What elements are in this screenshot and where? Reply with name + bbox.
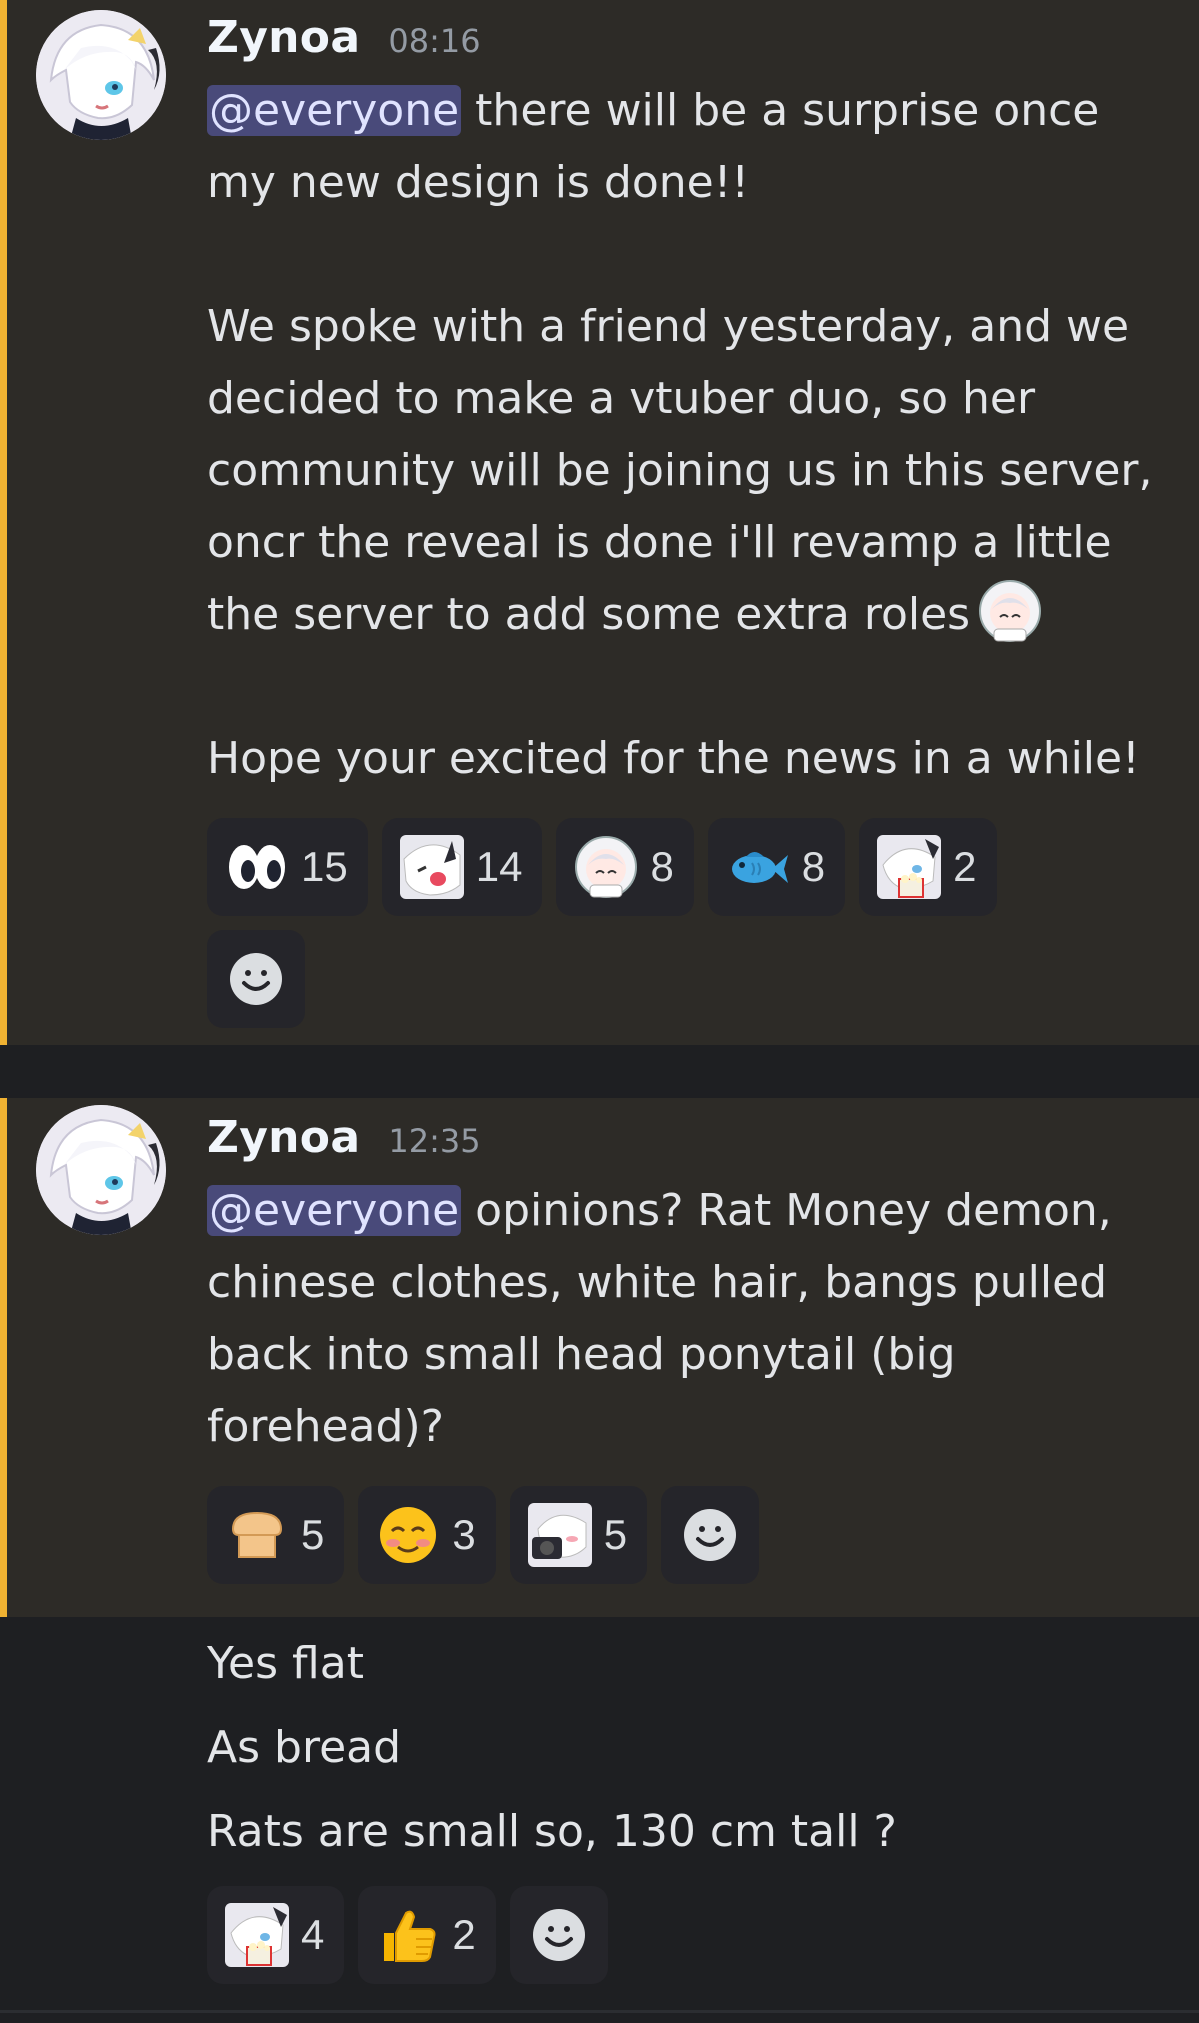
reaction-count: 15 xyxy=(301,843,348,890)
message-content: @everyone opinions? Rat Money demon, chi… xyxy=(207,1175,1167,1463)
reaction-bar: 5 3 5 xyxy=(207,1486,1107,1584)
add-reaction-icon xyxy=(678,1503,742,1567)
reaction-count: 5 xyxy=(301,1511,325,1558)
reaction-thumbs-up[interactable]: 2 xyxy=(358,1886,496,1984)
message-text: Hope your excited for the news in a whil… xyxy=(207,733,1140,784)
smiling-blushing-face-icon xyxy=(376,1503,440,1567)
reaction-anime-astronaut[interactable]: 8 xyxy=(556,818,694,916)
reaction-blushing[interactable]: 3 xyxy=(358,1486,496,1584)
reaction-count: 8 xyxy=(801,843,826,890)
followup-message: As bread xyxy=(207,1722,402,1773)
reaction-count: 2 xyxy=(452,1911,476,1958)
add-reaction-button[interactable] xyxy=(661,1486,760,1584)
highlight-bar xyxy=(0,1098,7,1617)
reaction-fish[interactable]: 8 xyxy=(707,818,846,916)
eyes-icon xyxy=(225,835,289,899)
message-highlighted: Zynoa 08:16 @everyone there will be a su… xyxy=(0,0,1199,1045)
mention-everyone[interactable]: @everyone xyxy=(207,85,462,136)
reaction-anime-popcorn[interactable]: 4 xyxy=(207,1886,345,1984)
highlight-bar xyxy=(0,0,7,1045)
add-reaction-button[interactable] xyxy=(207,930,305,1028)
add-reaction-button[interactable] xyxy=(509,1886,608,1984)
add-reaction-icon xyxy=(224,947,288,1011)
anime-girl-astronaut-emoji xyxy=(574,835,638,899)
reaction-count: 8 xyxy=(650,843,674,890)
anime-girl-popcorn-emoji xyxy=(877,835,942,899)
username[interactable]: Zynoa xyxy=(207,12,360,63)
fish-icon xyxy=(726,835,790,899)
reaction-count: 14 xyxy=(475,843,523,890)
chat-view: Zynoa 08:16 @everyone there will be a su… xyxy=(0,0,1199,2023)
reaction-anime-crying[interactable]: 14 xyxy=(381,818,543,916)
message-header: Zynoa 08:16 xyxy=(207,12,481,63)
avatar[interactable] xyxy=(36,10,166,140)
reaction-count: 4 xyxy=(301,1911,325,1958)
thumbs-up-icon xyxy=(376,1903,440,1967)
reaction-count: 3 xyxy=(452,1511,476,1558)
anime-girl-popcorn-emoji xyxy=(225,1903,289,1967)
bread-icon xyxy=(225,1503,289,1567)
reaction-eyes[interactable]: 15 xyxy=(207,818,368,916)
reaction-anime-camera[interactable]: 5 xyxy=(509,1486,648,1584)
reaction-count: 2 xyxy=(953,843,977,890)
followup-message: Rats are small so, 130 cm tall ? xyxy=(207,1806,897,1857)
anime-girl-crying-emoji xyxy=(399,835,464,899)
followup-message: Yes flat xyxy=(207,1638,364,1689)
mention-everyone[interactable]: @everyone xyxy=(207,1185,462,1236)
reaction-count: 5 xyxy=(603,1511,628,1558)
message-content: @everyone there will be a surprise once … xyxy=(207,75,1167,795)
reaction-bar: 4 2 xyxy=(207,1886,1107,1984)
timestamp: 12:35 xyxy=(388,1122,481,1160)
avatar[interactable] xyxy=(36,1105,166,1235)
anime-girl-camera-emoji xyxy=(527,1503,592,1567)
message-header: Zynoa 12:35 xyxy=(207,1112,481,1163)
username[interactable]: Zynoa xyxy=(207,1112,360,1163)
message-highlighted: Zynoa 12:35 @everyone opinions? Rat Mone… xyxy=(0,1098,1199,1617)
add-reaction-icon xyxy=(527,1903,591,1967)
anime-girl-astronaut-emoji xyxy=(978,579,1042,643)
reaction-bread[interactable]: 5 xyxy=(207,1486,345,1584)
reaction-bar: 15 14 8 8 2 xyxy=(207,818,1107,1028)
followup-messages: Yes flat As bread Rats are small so, 130… xyxy=(207,1622,1167,1874)
divider xyxy=(0,2010,1199,2013)
reaction-anime-popcorn[interactable]: 2 xyxy=(859,818,997,916)
timestamp: 08:16 xyxy=(388,22,481,60)
